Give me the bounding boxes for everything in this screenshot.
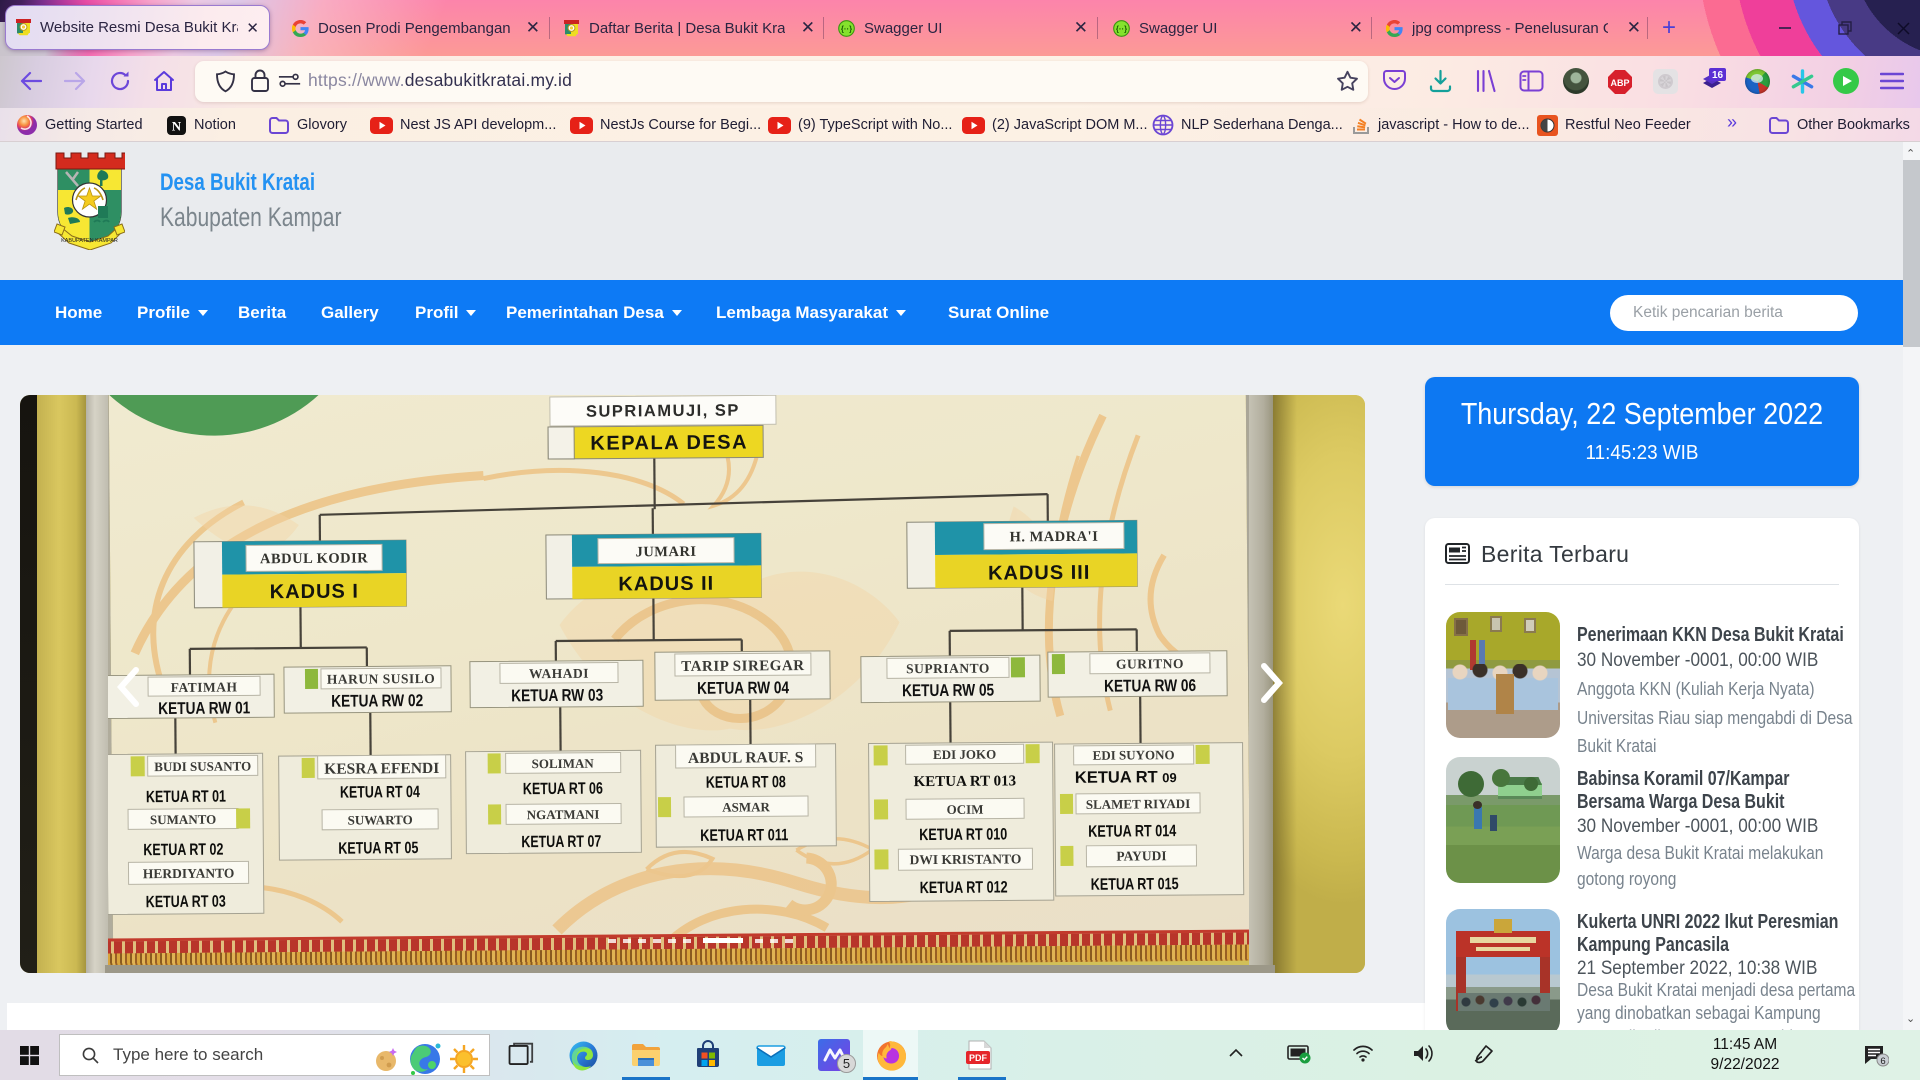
svg-text:SUMANTO: SUMANTO: [150, 812, 216, 828]
svg-text:{··}: {··}: [1116, 24, 1127, 33]
svg-text:KADUS I: KADUS I: [270, 581, 359, 604]
svg-text:KETUA RT 014: KETUA RT 014: [1088, 822, 1177, 841]
svg-text:GURITNO: GURITNO: [1116, 656, 1184, 672]
svg-text:SUPRIAMUJI, SP: SUPRIAMUJI, SP: [586, 402, 740, 421]
svg-text:KETUA RT 011: KETUA RT 011: [700, 826, 788, 845]
svg-text:SLAMET RIYADI: SLAMET RIYADI: [1086, 796, 1191, 812]
svg-text:HERDIYANTO: HERDIYANTO: [143, 866, 235, 882]
svg-text:ABP: ABP: [1610, 78, 1629, 88]
svg-text:{··}: {··}: [841, 24, 852, 33]
svg-text:SOLIMAN: SOLIMAN: [532, 756, 595, 771]
svg-text:OCIM: OCIM: [947, 802, 984, 817]
svg-text:KEPALA DESA: KEPALA DESA: [590, 431, 748, 454]
svg-text:DWI KRISTANTO: DWI KRISTANTO: [910, 851, 1022, 867]
svg-text:KETUA RW 06: KETUA RW 06: [1104, 676, 1196, 696]
svg-text:KETUA RW 05: KETUA RW 05: [902, 681, 994, 701]
svg-text:TARIP SIREGAR: TARIP SIREGAR: [681, 658, 804, 675]
svg-text:KADUS II: KADUS II: [618, 573, 714, 596]
svg-text:WAHADI: WAHADI: [529, 666, 589, 681]
svg-text:N: N: [172, 118, 182, 133]
svg-text:EDI SUYONO: EDI SUYONO: [1093, 747, 1175, 763]
svg-text:KETUA RT 010: KETUA RT 010: [919, 825, 1007, 844]
svg-text:KETUA RT 06: KETUA RT 06: [523, 780, 603, 799]
svg-text:EDI JOKO: EDI JOKO: [933, 747, 996, 762]
svg-text:16: 16: [1712, 70, 1724, 81]
svg-text:KABUPATEN KAMPAR: KABUPATEN KAMPAR: [61, 238, 118, 244]
svg-text:KESRA EFENDI: KESRA EFENDI: [324, 760, 439, 778]
svg-text:KETUA RW 01: KETUA RW 01: [158, 698, 250, 718]
svg-text:KETUA RW 03: KETUA RW 03: [511, 686, 603, 706]
svg-text:KETUA RT 08: KETUA RT 08: [706, 773, 786, 792]
svg-text:NGATMANI: NGATMANI: [527, 807, 600, 823]
svg-text:KETUA RT 07: KETUA RT 07: [521, 833, 601, 852]
svg-text:BUDI SUSANTO: BUDI SUSANTO: [154, 758, 251, 774]
svg-text:H. MADRA'I: H. MADRA'I: [1009, 529, 1098, 546]
svg-text:HARUN SUSILO: HARUN SUSILO: [327, 671, 436, 687]
svg-text:KADUS III: KADUS III: [988, 562, 1091, 585]
svg-text:KETUA RT 09: KETUA RT 09: [1075, 768, 1177, 787]
svg-text:KETUA RW 02: KETUA RW 02: [331, 691, 423, 711]
svg-text:KETUA RT 02: KETUA RT 02: [143, 841, 223, 860]
svg-text:PAYUDI: PAYUDI: [1116, 848, 1166, 863]
svg-text:JUMARI: JUMARI: [635, 544, 696, 560]
svg-text:KETUA RT 012: KETUA RT 012: [920, 878, 1008, 897]
svg-text:KETUA RT 03: KETUA RT 03: [146, 893, 226, 912]
svg-text:KETUA RT 04: KETUA RT 04: [340, 783, 421, 802]
svg-text:ASMAR: ASMAR: [722, 799, 770, 814]
svg-text:ABDUL KODIR: ABDUL KODIR: [260, 550, 368, 567]
svg-text:6: 6: [1880, 1056, 1885, 1067]
svg-text:KETUA RT 015: KETUA RT 015: [1091, 875, 1179, 894]
svg-text:KETUA RW 04: KETUA RW 04: [697, 678, 790, 698]
svg-text:SUPRIANTO: SUPRIANTO: [906, 661, 990, 677]
svg-text:ABDUL RAUF. S: ABDUL RAUF. S: [688, 749, 803, 767]
svg-text:KETUA RT 01: KETUA RT 01: [146, 788, 226, 807]
svg-text:KETUA RT 013: KETUA RT 013: [914, 773, 1017, 790]
svg-text:FATIMAH: FATIMAH: [171, 679, 238, 695]
svg-text:SUWARTO: SUWARTO: [348, 812, 413, 828]
svg-text:KETUA RT 05: KETUA RT 05: [338, 839, 418, 858]
svg-text:PDF: PDF: [969, 1053, 988, 1063]
